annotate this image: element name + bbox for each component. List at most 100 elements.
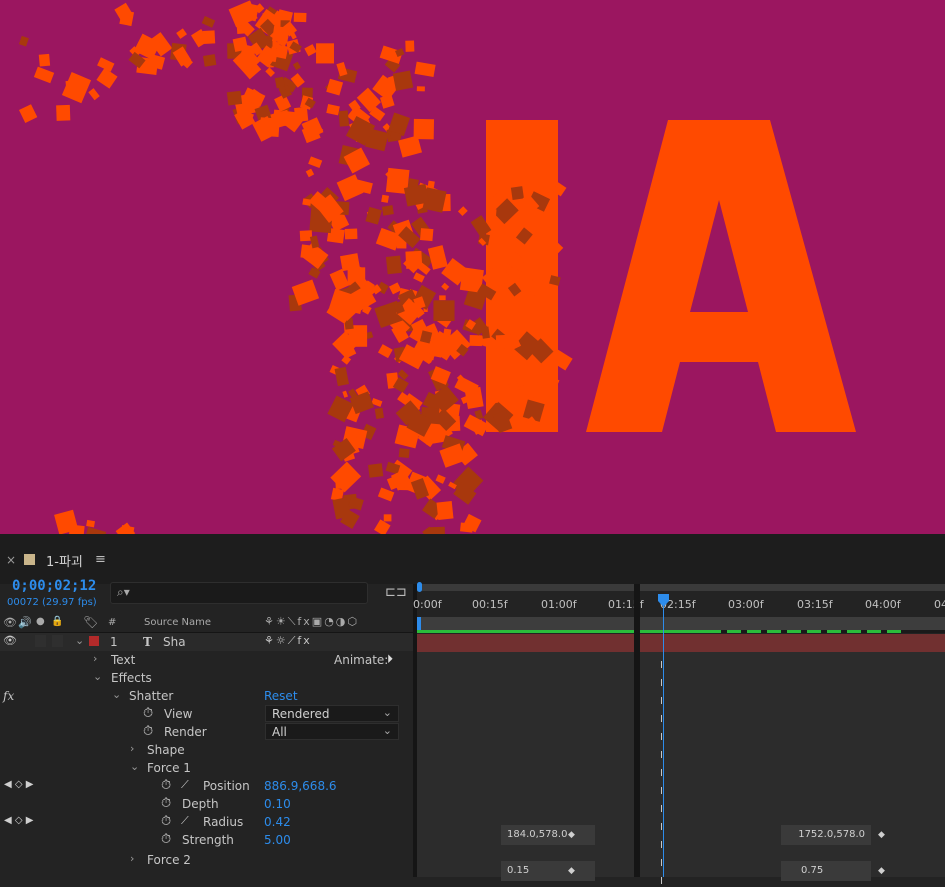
shard bbox=[419, 228, 434, 242]
shard bbox=[374, 407, 384, 420]
shard bbox=[486, 208, 497, 219]
layer-switches[interactable]: ⚘☼⟋fx bbox=[264, 634, 312, 648]
work-area-bar[interactable] bbox=[417, 617, 945, 630]
stopwatch-icon[interactable]: ⏱ bbox=[143, 724, 153, 739]
ruler-tick: 00:15f bbox=[472, 598, 508, 611]
graph-icon[interactable]: ⟋ bbox=[181, 778, 189, 792]
stopwatch-active-icon[interactable]: ⏱ bbox=[161, 778, 171, 793]
shard bbox=[293, 12, 307, 23]
stopwatch-active-icon[interactable]: ⏱ bbox=[161, 814, 171, 829]
shard bbox=[329, 268, 350, 291]
layer-row[interactable]: 👁 ⌄ 1 T Sha ⚘☼⟋fx bbox=[0, 633, 414, 651]
keyframe-value-box[interactable]: 0.75 bbox=[781, 861, 871, 881]
chevron-down-icon[interactable]: ⌄ bbox=[93, 670, 102, 683]
audio-toggle[interactable] bbox=[35, 635, 46, 647]
property-render-row[interactable]: ⏱ Render All ⌄ bbox=[0, 723, 414, 741]
current-time-indicator-head[interactable] bbox=[657, 594, 670, 608]
keyframe-value-box[interactable]: 0.15 bbox=[501, 861, 595, 881]
stopwatch-icon[interactable]: ⏱ bbox=[161, 832, 171, 847]
navigator-start-handle[interactable] bbox=[417, 582, 422, 592]
property-depth-row[interactable]: ⏱ Depth 0.10 bbox=[0, 795, 414, 813]
layer-eye-icon[interactable]: 👁 bbox=[3, 634, 17, 647]
current-time-indicator-line[interactable] bbox=[663, 594, 664, 877]
animate-menu-icon[interactable]: ⏵ bbox=[387, 652, 393, 667]
layer-duration-bar[interactable] bbox=[417, 634, 945, 652]
layer-label-color[interactable] bbox=[89, 636, 99, 646]
layer-column-header: 👁 🔊 ● 🔒 🏷 # Source Name ⚘☀⟍fx▣◔◑⬡ bbox=[0, 615, 414, 633]
property-text-row[interactable]: › Text Animate: ⏵ bbox=[0, 651, 414, 669]
audio-icon[interactable]: 🔊 bbox=[18, 616, 32, 629]
render-dropdown[interactable]: All ⌄ bbox=[265, 723, 399, 740]
property-effects-row[interactable]: ⌄ Effects bbox=[0, 669, 414, 687]
property-force2-row[interactable]: › Force 2 bbox=[0, 851, 414, 869]
shard bbox=[459, 522, 474, 533]
position-value[interactable]: 886.9,668.6 bbox=[264, 779, 337, 793]
chevron-right-icon[interactable]: › bbox=[130, 852, 134, 865]
depth-value[interactable]: 0.10 bbox=[264, 797, 291, 811]
chevron-right-icon[interactable]: › bbox=[93, 652, 97, 665]
keyframe-diamond[interactable]: ◆ bbox=[568, 866, 575, 876]
view-dropdown[interactable]: Rendered ⌄ bbox=[265, 705, 399, 722]
shard bbox=[292, 61, 301, 71]
property-shape-row[interactable]: › Shape bbox=[0, 741, 414, 759]
property-force1-row[interactable]: ⌄ Force 1 bbox=[0, 759, 414, 777]
keyframe-diamond[interactable]: ◆ bbox=[568, 830, 575, 840]
fx-badge[interactable]: fx bbox=[3, 689, 14, 703]
property-position-row[interactable]: ◀ ◇ ▶ ⏱ ⟋ Position 886.9,668.6 bbox=[0, 777, 414, 795]
solo-icon[interactable]: ● bbox=[36, 616, 45, 627]
shard bbox=[342, 390, 349, 398]
layer-search-input[interactable]: ⌕▾ bbox=[110, 582, 368, 604]
shard bbox=[489, 393, 499, 404]
column-source-name[interactable]: Source Name bbox=[144, 617, 211, 628]
ruler-tick: 04:00f bbox=[865, 598, 901, 611]
keyframe-value-box[interactable]: 184.0,578.0 bbox=[501, 825, 595, 845]
work-area-start[interactable] bbox=[417, 617, 421, 630]
shard bbox=[18, 35, 29, 47]
keyframe-navigator[interactable]: ◀ ◇ ▶ bbox=[4, 779, 33, 790]
panel-menu-icon[interactable]: ≡ bbox=[95, 552, 106, 567]
effect-shatter-row[interactable]: fx ⌄ Shatter Reset bbox=[0, 687, 414, 705]
label-tag-icon[interactable]: 🏷 bbox=[83, 615, 98, 629]
ruler-tick: 03:00f bbox=[728, 598, 764, 611]
property-view-row[interactable]: ⏱ View Rendered ⌄ bbox=[0, 705, 414, 723]
lock-toggle[interactable] bbox=[52, 635, 63, 647]
time-navigator[interactable] bbox=[417, 582, 945, 592]
lock-icon[interactable]: 🔒 bbox=[51, 616, 63, 627]
current-timecode[interactable]: 0;00;02;12 bbox=[12, 578, 96, 594]
chevron-right-icon[interactable]: › bbox=[130, 742, 134, 755]
chevron-down-icon[interactable]: ⌄ bbox=[130, 760, 139, 773]
composition-viewer[interactable] bbox=[0, 0, 945, 534]
property-radius: Radius bbox=[203, 815, 244, 829]
keyframe-navigator[interactable]: ◀ ◇ ▶ bbox=[4, 815, 33, 826]
shard bbox=[65, 80, 71, 88]
shard bbox=[436, 500, 454, 520]
composition-flowchart-icon[interactable]: ⊏⊐ bbox=[385, 585, 407, 600]
close-tab-icon[interactable]: × bbox=[6, 553, 16, 567]
graph-icon[interactable]: ⟋ bbox=[181, 814, 189, 828]
layer-name[interactable]: Sha bbox=[163, 635, 186, 649]
property-force1: Force 1 bbox=[147, 761, 191, 775]
property-view: View bbox=[164, 707, 193, 721]
property-strength-row[interactable]: ⏱ Strength 5.00 bbox=[0, 831, 414, 849]
timeline-graph[interactable]: 0:00f 00:15f 01:00f 01:15f 02:15f 03:00f… bbox=[413, 582, 945, 887]
chevron-down-icon[interactable]: ⌄ bbox=[75, 634, 84, 647]
time-ruler[interactable]: 0:00f 00:15f 01:00f 01:15f 02:15f 03:00f… bbox=[413, 592, 945, 616]
keyframe-diamond[interactable]: ◆ bbox=[878, 866, 885, 876]
property-radius-row[interactable]: ◀ ◇ ▶ ⏱ ⟋ Radius 0.42 bbox=[0, 813, 414, 831]
stopwatch-icon[interactable]: ⏱ bbox=[161, 796, 171, 811]
video-eye-icon[interactable]: 👁 bbox=[3, 616, 17, 629]
reset-link[interactable]: Reset bbox=[264, 689, 298, 703]
property-depth: Depth bbox=[182, 797, 219, 811]
stopwatch-icon[interactable]: ⏱ bbox=[143, 706, 153, 721]
radius-value[interactable]: 0.42 bbox=[264, 815, 291, 829]
keyframe-diamond[interactable]: ◆ bbox=[878, 830, 885, 840]
strength-value[interactable]: 5.00 bbox=[264, 833, 291, 847]
composition-tab-title[interactable]: 1-파괴 bbox=[46, 551, 83, 570]
shard bbox=[427, 245, 448, 270]
keyframe-value-box[interactable]: 1752.0,578.0 bbox=[781, 825, 871, 845]
property-lanes: 184.0,578.0 ◆ 1752.0,578.0 ◆ 0.15 ◆ 0.75… bbox=[417, 652, 945, 887]
shard bbox=[228, 0, 258, 28]
shard bbox=[392, 70, 414, 91]
chevron-down-icon[interactable]: ⌄ bbox=[112, 688, 121, 701]
shard bbox=[326, 104, 340, 116]
